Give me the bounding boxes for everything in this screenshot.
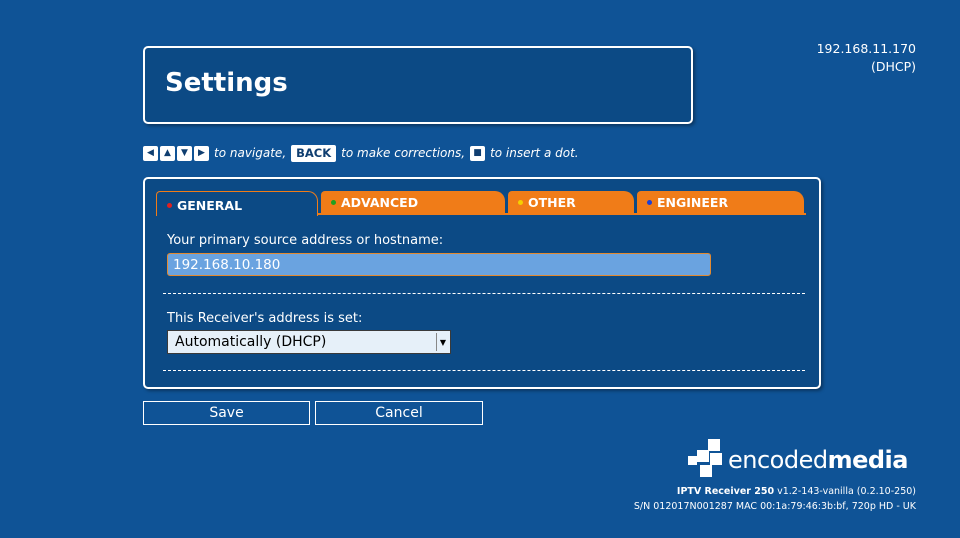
tab-engineer-label: ENGINEER — [657, 194, 729, 210]
title-box: Settings — [143, 46, 693, 124]
tab-engineer[interactable]: ENGINEER — [637, 191, 804, 213]
tab-other-label: OTHER — [528, 194, 576, 210]
navigation-hint: ◀ ▲ ▼ ▶ to navigate, BACK to make correc… — [143, 144, 584, 162]
save-button[interactable]: Save — [143, 401, 310, 425]
encodedmedia-logo: encodedmedia — [688, 439, 918, 479]
blue-dot-icon — [647, 199, 652, 205]
back-key-icon: BACK — [291, 144, 337, 162]
product-version: v1.2-143-vanilla (0.2.10-250) — [774, 486, 916, 497]
product-info: IPTV Receiver 250 v1.2-143-vanilla (0.2.… — [677, 486, 916, 497]
divider-top — [163, 293, 805, 294]
serial-info: S/N 012017N001287 MAC 00:1a:79:46:3b:bf,… — [633, 501, 916, 512]
green-dot-icon — [331, 199, 336, 205]
down-arrow-icon: ▼ — [177, 145, 192, 161]
yellow-dot-icon — [518, 199, 523, 205]
stop-key-icon: ■ — [470, 145, 486, 161]
up-arrow-icon: ▲ — [160, 145, 175, 161]
page-title: Settings — [165, 68, 288, 98]
tab-advanced[interactable]: ADVANCED — [321, 191, 505, 213]
tab-advanced-label: ADVANCED — [341, 194, 419, 210]
receiver-address-value: Automatically (DHCP) — [175, 334, 327, 350]
left-arrow-icon: ◀ — [143, 145, 158, 161]
logo-mark-icon — [688, 439, 722, 477]
tab-other[interactable]: OTHER — [508, 191, 634, 213]
brand-bold: media — [827, 446, 909, 474]
hint-navigate: to navigate, — [214, 146, 287, 160]
receiver-address-label: This Receiver's address is set: — [167, 311, 363, 326]
ip-mode: (DHCP) — [870, 59, 916, 74]
hint-dot: to insert a dot. — [490, 146, 579, 160]
ip-address: 192.168.11.170 — [816, 41, 916, 56]
cancel-button[interactable]: Cancel — [315, 401, 483, 425]
settings-panel: GENERAL ADVANCED OTHER ENGINEER Your pri… — [143, 177, 821, 389]
receiver-address-select[interactable]: Automatically (DHCP) ▼ — [167, 330, 451, 354]
ip-info: 192.168.11.170 (DHCP) — [817, 40, 916, 76]
source-address-label: Your primary source address or hostname: — [167, 233, 444, 248]
brand-light: encoded — [728, 446, 828, 474]
right-arrow-icon: ▶ — [194, 145, 209, 161]
chevron-down-icon[interactable]: ▼ — [436, 333, 449, 351]
source-address-input[interactable] — [167, 253, 711, 276]
tab-general-label: GENERAL — [177, 198, 243, 213]
divider-bottom — [163, 370, 805, 371]
hint-corrections: to make corrections, — [341, 146, 466, 160]
red-dot-icon — [167, 203, 172, 208]
brand-name: encodedmedia — [728, 446, 908, 474]
product-name: IPTV Receiver 250 — [676, 486, 775, 497]
tab-bar-gap — [157, 213, 317, 215]
